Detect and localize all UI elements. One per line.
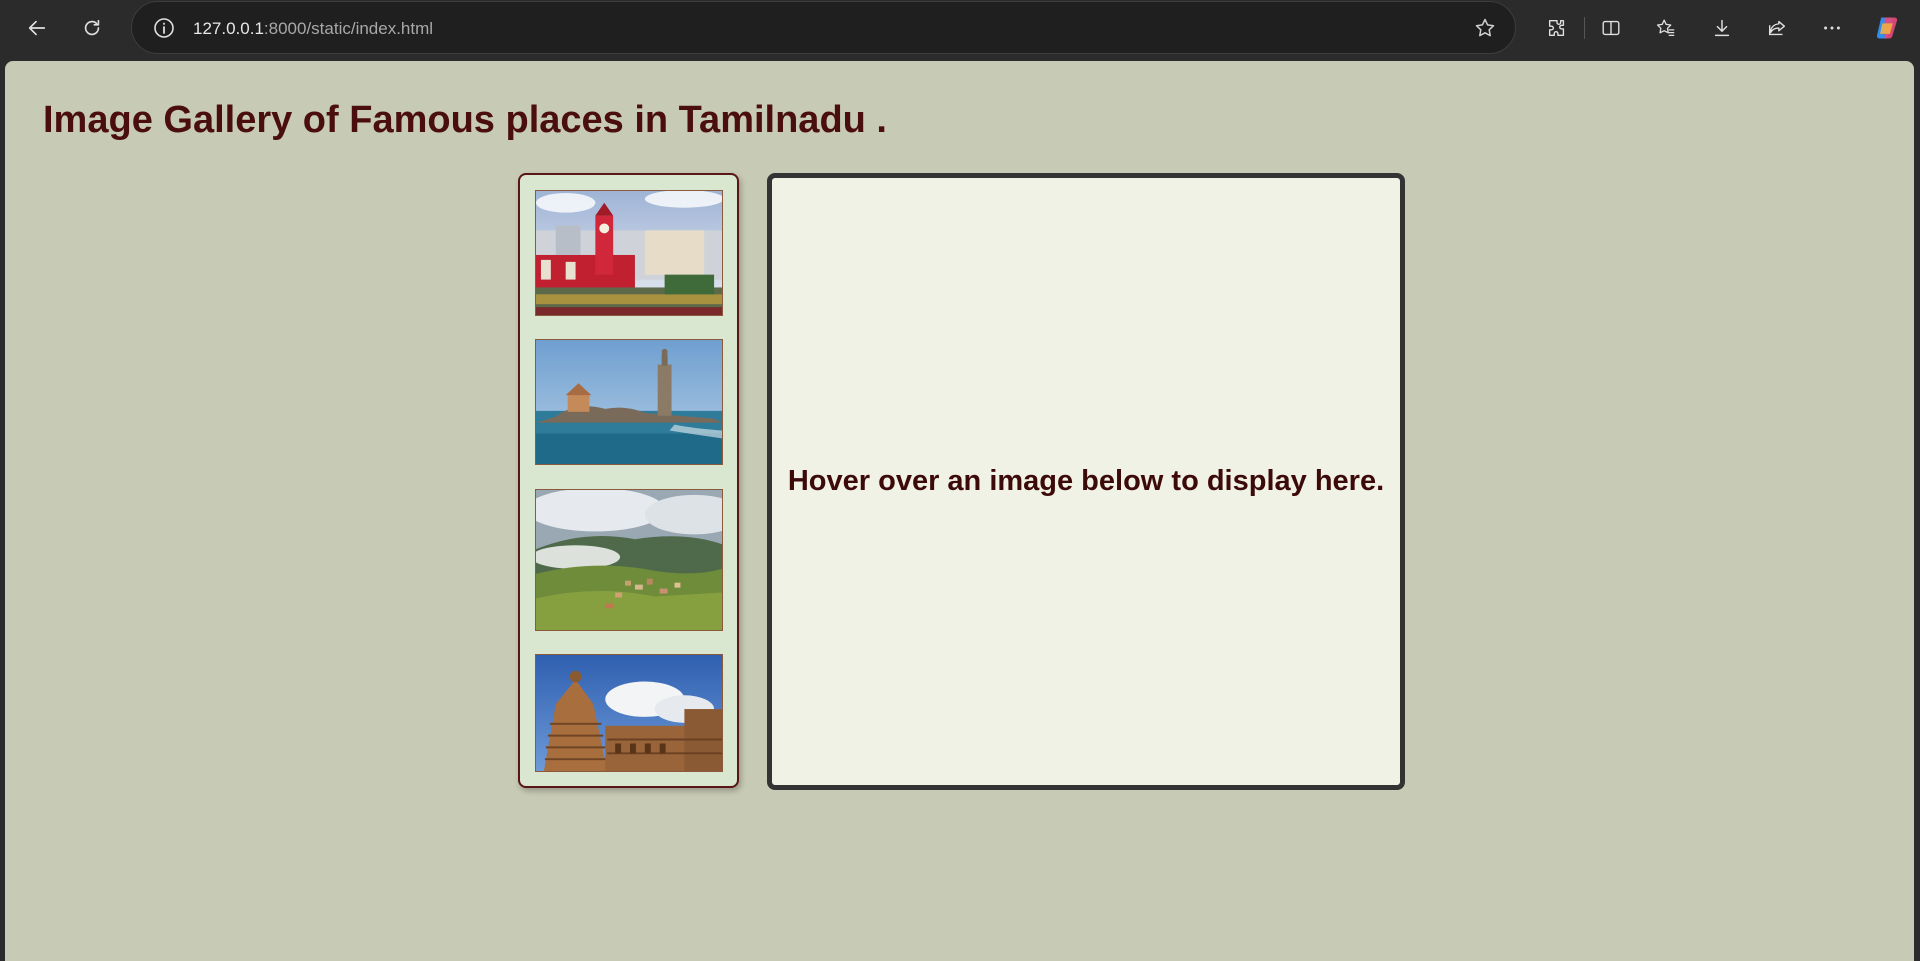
copilot-icon — [1876, 17, 1898, 39]
thanjavur-temple-image — [536, 655, 722, 771]
share-button[interactable] — [1759, 10, 1795, 46]
thumbnail-kanyakumari[interactable] — [535, 339, 723, 465]
display-placeholder-text: Hover over an image below to display her… — [787, 465, 1385, 497]
more-icon — [1824, 26, 1840, 30]
thumbnail-hill-station[interactable] — [535, 489, 723, 631]
downloads-button[interactable] — [1704, 10, 1740, 46]
toolbar-divider — [1584, 17, 1585, 39]
back-icon — [28, 20, 46, 36]
split-screen-button[interactable] — [1593, 10, 1629, 46]
reload-button[interactable] — [74, 10, 110, 46]
favorites-button[interactable] — [1648, 10, 1684, 46]
url-text[interactable]: 127.0.0.1:8000/static/index.html — [193, 19, 433, 39]
download-icon — [1714, 19, 1730, 37]
extensions-button[interactable] — [1539, 10, 1575, 46]
chennai-central-image — [536, 191, 722, 315]
thumbnail-chennai-central[interactable] — [535, 190, 723, 316]
copilot-button[interactable] — [1869, 10, 1905, 46]
kanyakumari-vivekananda-rock-image — [536, 340, 722, 464]
address-bar[interactable]: 127.0.0.1:8000/static/index.html — [131, 1, 1516, 54]
hill-station-landscape-image — [536, 490, 722, 630]
url-path: :8000/static/index.html — [263, 19, 434, 38]
page-viewport: Image Gallery of Famous places in Tamiln… — [5, 61, 1914, 961]
browser-toolbar: 127.0.0.1:8000/static/index.html — [0, 0, 1920, 56]
more-button[interactable] — [1814, 10, 1850, 46]
star-icon[interactable] — [1473, 16, 1497, 40]
image-display-panel: Hover over an image below to display her… — [767, 173, 1405, 790]
page-title: Image Gallery of Famous places in Tamiln… — [43, 99, 887, 141]
thumbnail-thanjavur-temple[interactable] — [535, 654, 723, 772]
favorites-icon — [1656, 19, 1675, 36]
reload-icon — [84, 19, 100, 36]
url-host: 127.0.0.1 — [193, 19, 264, 38]
share-icon — [1768, 20, 1786, 36]
info-icon[interactable] — [152, 16, 176, 40]
thumbnail-gallery — [518, 173, 739, 788]
back-button[interactable] — [19, 10, 55, 46]
split-screen-icon — [1602, 20, 1620, 36]
extensions-icon — [1548, 19, 1565, 37]
